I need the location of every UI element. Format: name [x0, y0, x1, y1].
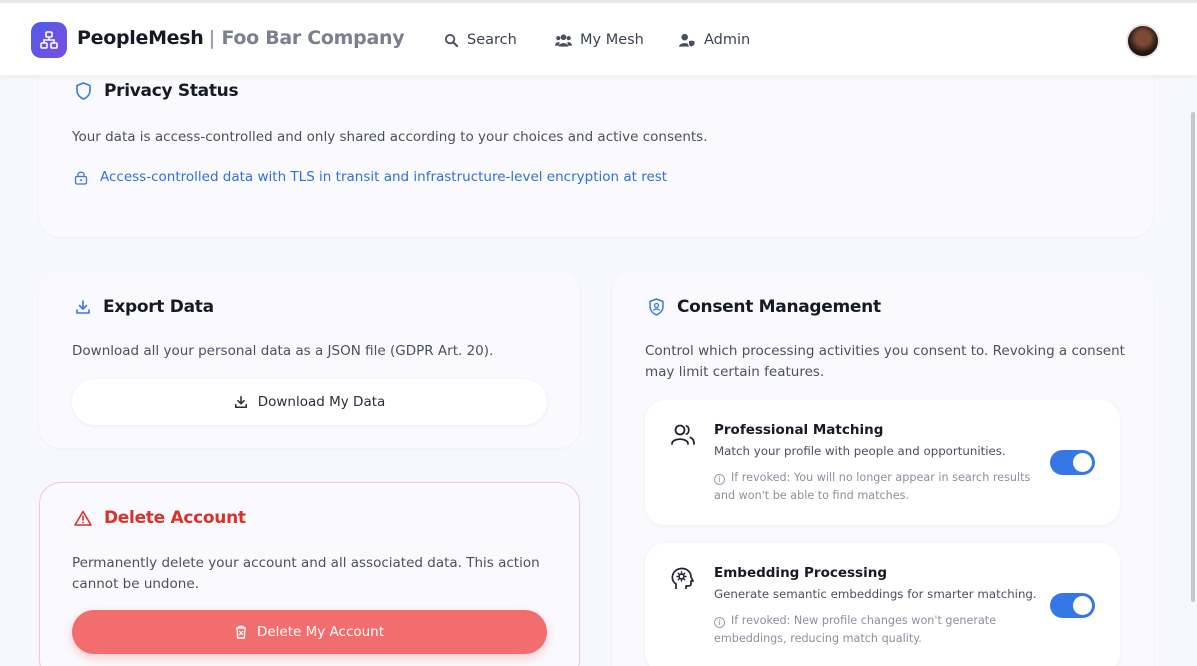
top-header: PeopleMesh | Foo Bar Company Search My Me… [0, 0, 1197, 75]
search-icon [444, 33, 459, 47]
download-icon [76, 300, 90, 314]
consent-item-warning-text: If revoked: You will no longer appear in… [714, 471, 1031, 502]
download-my-data-label: Download My Data [257, 394, 386, 410]
toggle-knob [1073, 596, 1092, 615]
shield-user-icon [649, 298, 664, 316]
export-description: Download all your personal data as a JSO… [72, 343, 494, 359]
export-data-title: Export Data [75, 297, 214, 317]
consent-item-description: Generate semantic embeddings for smarter… [714, 587, 1037, 601]
consent-management-card: Consent Management Control which process… [612, 270, 1153, 666]
consent-description: Control which processing activities you … [645, 343, 1125, 380]
consent-item-warning: i If revoked: New profile changes won't g… [714, 612, 1044, 648]
consent-management-title-text: Consent Management [677, 297, 881, 317]
delete-my-account-label: Delete My Account [256, 624, 385, 640]
export-data-card: Export Data Download all your personal d… [39, 270, 580, 448]
delete-account-title: Delete Account [74, 508, 246, 528]
delete-account-card: Delete Account Permanently delete your a… [39, 482, 580, 666]
app-name: PeopleMesh [77, 27, 204, 49]
info-icon: i [714, 474, 725, 485]
delete-account-title-text: Delete Account [104, 508, 246, 528]
delete-my-account-button[interactable]: Delete My Account [72, 610, 547, 654]
company-name: Foo Bar Company [221, 27, 405, 49]
nav-my-mesh[interactable]: My Mesh [555, 32, 644, 48]
download-icon [234, 395, 247, 409]
consent-item-warning: i If revoked: You will no longer appear i… [714, 469, 1044, 505]
toggle-knob [1073, 453, 1092, 472]
consent-item-title: Embedding Processing [714, 565, 887, 581]
info-icon: i [714, 617, 725, 628]
consent-item-professional-matching: Professional Matching Match your profile… [645, 400, 1120, 525]
consent-item-warning-text: If revoked: New profile changes won't ge… [714, 614, 997, 645]
consent-item-description: Match your profile with people and oppor… [714, 444, 1006, 458]
brain-head-icon [671, 567, 694, 589]
privacy-description: Your data is access-controlled and only … [72, 129, 708, 145]
nav-search[interactable]: Search [444, 32, 517, 48]
consent-item-embedding-processing: Embedding Processing Generate semantic e… [645, 543, 1120, 666]
download-my-data-button[interactable]: Download My Data [72, 379, 547, 425]
lock-icon [74, 171, 88, 185]
page-scrollbar[interactable] [1191, 112, 1195, 602]
org-chart-icon [40, 31, 58, 49]
users-icon [671, 424, 695, 445]
consent-item-title: Professional Matching [714, 422, 884, 438]
encryption-link-text: Access-controlled data with TLS in trans… [100, 169, 668, 185]
nav-admin[interactable]: Admin [679, 32, 750, 48]
shield-icon [76, 82, 91, 100]
consent-management-title: Consent Management [648, 297, 881, 317]
privacy-status-title-text: Privacy Status [104, 81, 239, 101]
warning-icon [74, 510, 92, 526]
user-shield-icon [679, 33, 696, 48]
trash-icon [235, 625, 246, 639]
app-logo[interactable] [31, 22, 67, 58]
consent-toggle-professional-matching[interactable] [1050, 450, 1095, 475]
encryption-link[interactable]: Access-controlled data with TLS in trans… [74, 169, 667, 185]
nav-search-label: Search [467, 32, 517, 48]
nav-admin-label: Admin [704, 32, 751, 48]
nav-my-mesh-label: My Mesh [580, 32, 644, 48]
brand-title: PeopleMesh | Foo Bar Company [77, 27, 405, 49]
brand-separator: | [208, 27, 216, 49]
consent-toggle-embedding-processing[interactable] [1050, 593, 1095, 618]
users-icon [555, 33, 572, 47]
delete-description: Permanently delete your account and all … [72, 555, 540, 592]
user-avatar[interactable] [1126, 24, 1160, 58]
export-data-title-text: Export Data [103, 297, 214, 317]
privacy-status-title: Privacy Status [75, 81, 239, 101]
